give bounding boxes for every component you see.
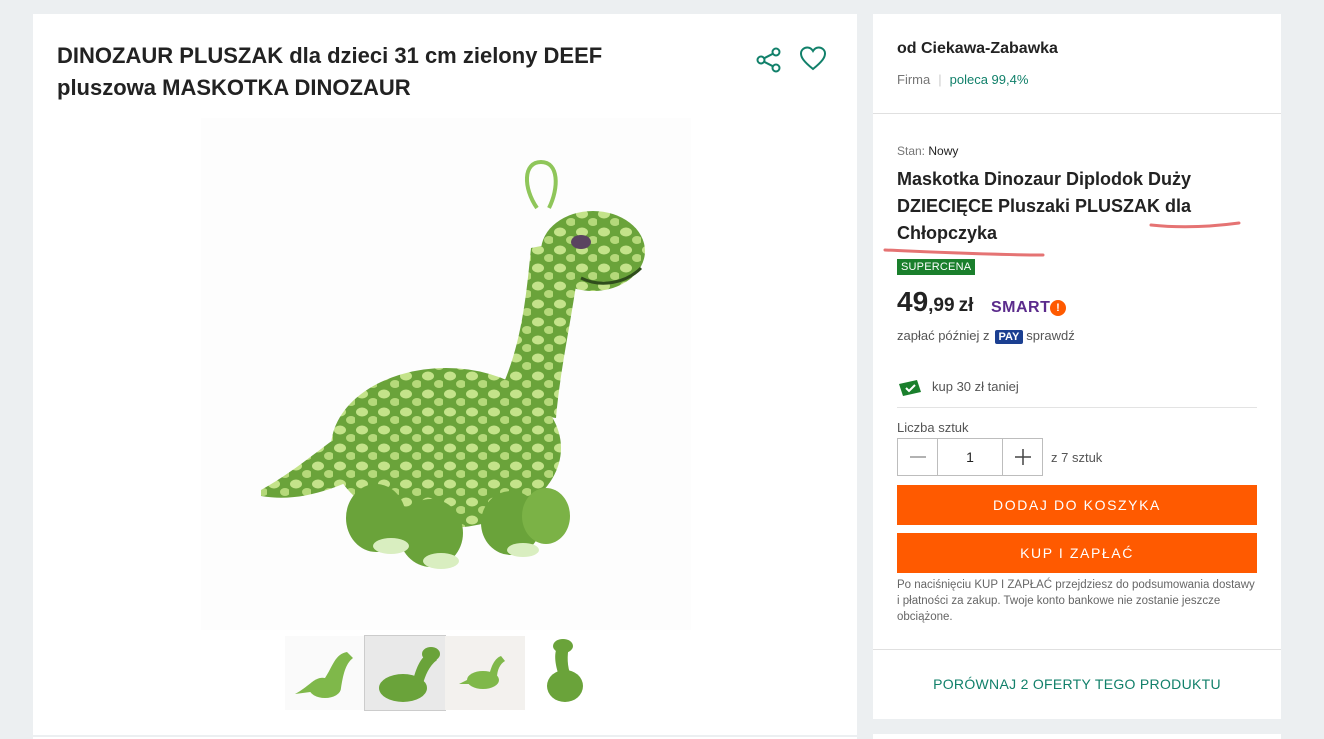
supercena-badge: SUPERCENA xyxy=(897,259,976,275)
thumbnail-3[interactable] xyxy=(445,636,525,710)
thumbnail-4[interactable] xyxy=(525,636,605,710)
offer-card: od Ciekawa-Zabawka Firma | poleca 99,4% St… xyxy=(873,14,1281,719)
smart-logo[interactable]: SMART xyxy=(991,299,1050,317)
thumbnail-2[interactable] xyxy=(364,635,446,711)
pay-later-text: zapłać później z xyxy=(897,328,990,343)
buy-now-button[interactable]: KUP I ZAPŁAĆ xyxy=(897,533,1257,573)
price-integer: 49 xyxy=(897,286,929,317)
quantity-stepper xyxy=(897,438,1043,476)
quantity-input[interactable] xyxy=(938,439,1002,475)
seller-meta: Firma | poleca 99,4% xyxy=(897,72,1029,87)
share-icon[interactable] xyxy=(755,46,783,74)
pay-later-check-link[interactable]: sprawdź xyxy=(1026,328,1074,343)
product-title: DINOZAUR PLUSZAK dla dzieci 31 cm zielon… xyxy=(57,43,603,100)
seller-name[interactable]: od Ciekawa-Zabawka xyxy=(897,40,1058,58)
coupon-icon xyxy=(897,378,925,398)
condition: Stan: Nowy xyxy=(897,144,958,158)
heart-icon[interactable] xyxy=(799,45,827,73)
pay-later: zapłać później z PAY sprawdź xyxy=(897,328,1075,344)
compare-offers-link[interactable]: PORÓWNAJ 2 OFERTY TEGO PRODUKTU xyxy=(873,676,1281,692)
price: 49,99 zł xyxy=(897,286,973,318)
add-to-cart-button[interactable]: DODAJ DO KOSZYKA xyxy=(897,485,1257,525)
pay-badge: PAY xyxy=(994,330,1024,344)
annotation-underline xyxy=(883,248,1045,257)
next-section-card xyxy=(873,734,1281,739)
thumbnail-1[interactable] xyxy=(285,636,365,710)
quantity-available: z 7 sztuk xyxy=(1051,450,1103,465)
thumbnail-strip xyxy=(285,635,605,712)
minus-icon[interactable] xyxy=(898,439,938,475)
smart-info-icon[interactable]: ! xyxy=(1050,300,1066,316)
seller-recommend-rate[interactable]: poleca 99,4% xyxy=(950,72,1029,87)
divider xyxy=(897,407,1257,408)
quantity-label: Liczba sztuk xyxy=(897,420,969,435)
price-decimal: ,99 xyxy=(928,295,955,316)
condition-label: Stan: xyxy=(897,144,926,158)
product-gallery-card: DINOZAUR PLUSZAK dla dzieci 31 cm zielon… xyxy=(33,14,857,735)
offer-title: Maskotka Dinozaur Diplodok Duży DZIECIĘC… xyxy=(897,169,1192,243)
seller-type: Firma xyxy=(897,72,931,87)
annotation-underline xyxy=(1149,221,1241,229)
plus-icon[interactable] xyxy=(1002,439,1042,475)
divider xyxy=(873,649,1281,650)
product-main-image[interactable] xyxy=(201,118,691,630)
buy-now-note: Po naciśnięciu KUP I ZAPŁAĆ przejdziesz … xyxy=(897,579,1255,623)
divider xyxy=(873,113,1281,114)
price-currency: zł xyxy=(958,295,974,316)
coupon-text[interactable]: kup 30 zł taniej xyxy=(932,379,1019,394)
condition-value: Nowy xyxy=(928,144,959,158)
